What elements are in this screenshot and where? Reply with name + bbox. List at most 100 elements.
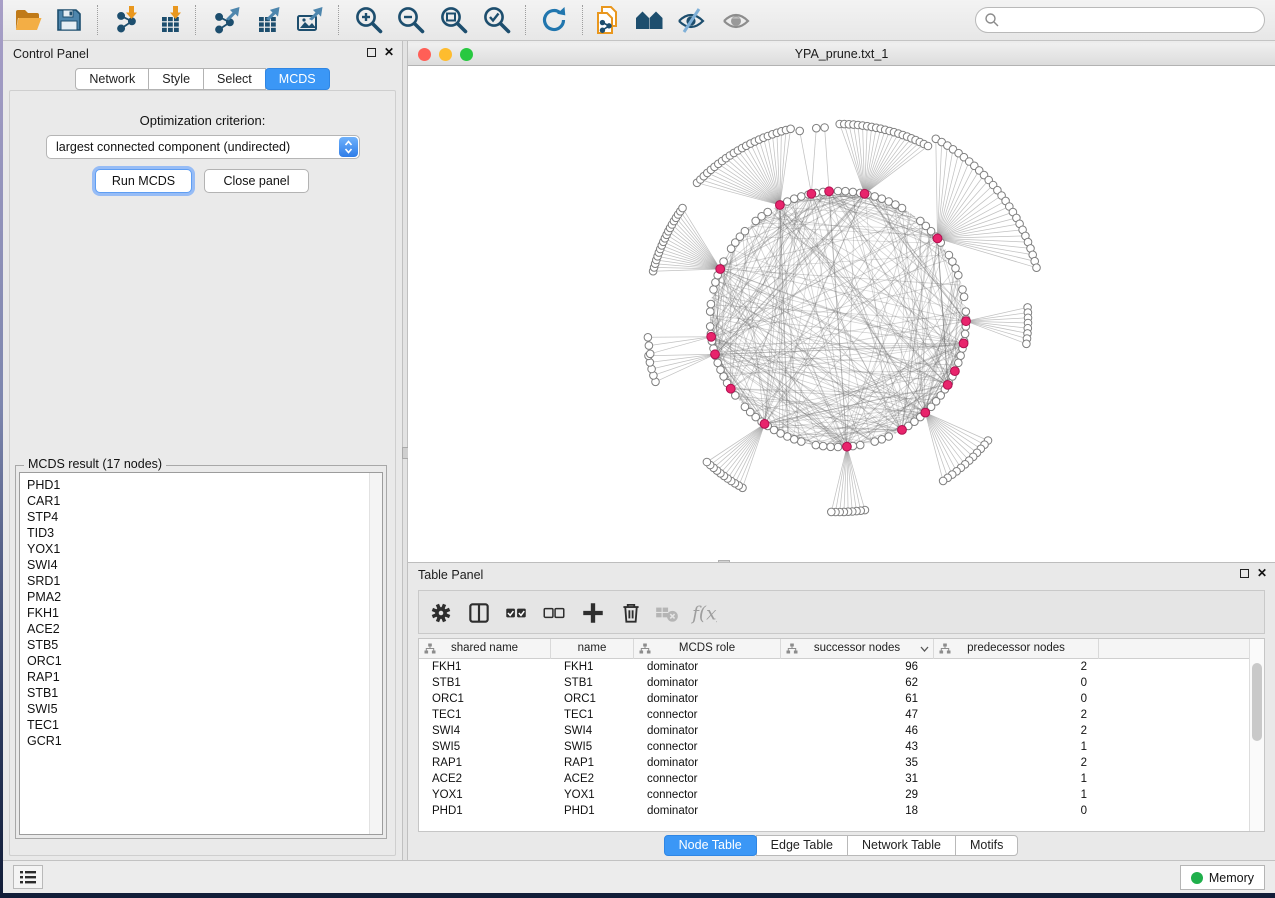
hide-selected-icon[interactable] <box>675 4 707 36</box>
export-table-icon[interactable] <box>250 4 282 36</box>
mcds-result-item[interactable]: STB5 <box>27 637 382 653</box>
table-cell[interactable]: 1 <box>934 787 1099 803</box>
tab-network[interactable]: Network <box>75 68 149 90</box>
open-session-icon[interactable] <box>12 4 44 36</box>
table-cell[interactable]: 2 <box>934 723 1099 739</box>
table-cell[interactable]: 43 <box>781 739 934 755</box>
float-window-icon[interactable] <box>367 48 376 57</box>
optimization-dropdown[interactable]: largest connected component (undirected) <box>46 135 360 159</box>
table-cell[interactable]: ORC1 <box>419 691 551 707</box>
tab-select[interactable]: Select <box>203 68 266 90</box>
table-row[interactable]: YOX1YOX1connector291 <box>419 787 1249 803</box>
table-cell[interactable]: connector <box>634 739 781 755</box>
tab-style[interactable]: Style <box>148 68 204 90</box>
tab-mcds[interactable]: MCDS <box>265 68 330 90</box>
table-cell[interactable]: 0 <box>934 803 1099 819</box>
table-cell[interactable]: 31 <box>781 771 934 787</box>
table-cell[interactable]: SWI5 <box>419 739 551 755</box>
mcds-result-item[interactable]: CAR1 <box>27 493 382 509</box>
table-row[interactable]: FKH1FKH1dominator962 <box>419 659 1249 675</box>
mcds-result-item[interactable]: STP4 <box>27 509 382 525</box>
export-network-icon[interactable] <box>210 4 242 36</box>
table-cell[interactable]: dominator <box>634 675 781 691</box>
table-cell[interactable]: TEC1 <box>551 707 634 723</box>
tab-motifs[interactable]: Motifs <box>955 835 1018 856</box>
mcds-result-item[interactable]: PMA2 <box>27 589 382 605</box>
table-cell[interactable]: dominator <box>634 803 781 819</box>
table-row[interactable]: TEC1TEC1connector472 <box>419 707 1249 723</box>
table-scrollbar-thumb[interactable] <box>1252 663 1262 741</box>
table-cell[interactable]: 2 <box>934 755 1099 771</box>
table-cell[interactable]: ACE2 <box>551 771 634 787</box>
table-cell[interactable]: 2 <box>934 707 1099 723</box>
table-cell[interactable]: SWI4 <box>419 723 551 739</box>
tab-network-table[interactable]: Network Table <box>847 835 956 856</box>
save-session-icon[interactable] <box>53 4 85 36</box>
mcds-result-item[interactable]: RAP1 <box>27 669 382 685</box>
table-cell[interactable]: connector <box>634 771 781 787</box>
clone-network-icon[interactable] <box>591 4 623 36</box>
table-cell[interactable]: ORC1 <box>551 691 634 707</box>
mcds-result-item[interactable]: GCR1 <box>27 733 382 749</box>
table-scrollbar[interactable] <box>1249 639 1264 831</box>
table-cell[interactable]: 96 <box>781 659 934 675</box>
show-columns-icon[interactable] <box>466 600 492 626</box>
table-cell[interactable]: 0 <box>934 691 1099 707</box>
tab-edge-table[interactable]: Edge Table <box>756 835 848 856</box>
mcds-result-item[interactable]: PHD1 <box>27 477 382 493</box>
search-field[interactable] <box>1000 13 1264 27</box>
memory-button[interactable]: Memory <box>1180 865 1265 890</box>
mcds-list-scrollbar[interactable] <box>369 473 382 834</box>
import-table-icon[interactable] <box>153 4 185 36</box>
table-row[interactable]: PHD1PHD1dominator180 <box>419 803 1249 819</box>
table-row[interactable]: STB1STB1dominator620 <box>419 675 1249 691</box>
table-cell[interactable]: PHD1 <box>419 803 551 819</box>
mcds-result-item[interactable]: ORC1 <box>27 653 382 669</box>
show-hidden-icon[interactable] <box>720 4 752 36</box>
table-cell[interactable]: dominator <box>634 755 781 771</box>
zoom-selected-icon[interactable] <box>481 4 513 36</box>
table-row[interactable]: ORC1ORC1dominator610 <box>419 691 1249 707</box>
table-cell[interactable]: 35 <box>781 755 934 771</box>
zoom-fit-icon[interactable] <box>438 4 470 36</box>
import-network-icon[interactable] <box>109 4 141 36</box>
close-table-panel-icon[interactable]: ✕ <box>1257 568 1267 578</box>
column-header-successor-nodes[interactable]: successor nodes <box>781 639 934 659</box>
network-view[interactable] <box>408 66 1275 562</box>
add-column-icon[interactable] <box>580 600 606 626</box>
table-cell[interactable]: dominator <box>634 659 781 675</box>
table-cell[interactable]: YOX1 <box>419 787 551 803</box>
deselect-all-icon[interactable] <box>541 600 567 626</box>
table-cell[interactable]: FKH1 <box>551 659 634 675</box>
export-image-icon[interactable] <box>293 4 325 36</box>
close-panel-button[interactable]: Close panel <box>204 169 309 193</box>
column-header-shared-name[interactable]: shared name <box>419 639 551 659</box>
table-row[interactable]: ACE2ACE2connector311 <box>419 771 1249 787</box>
table-cell[interactable]: connector <box>634 787 781 803</box>
run-mcds-button[interactable]: Run MCDS <box>95 169 192 193</box>
table-cell[interactable]: ACE2 <box>419 771 551 787</box>
column-header-MCDS-role[interactable]: MCDS role <box>634 639 781 659</box>
table-cell[interactable]: dominator <box>634 723 781 739</box>
table-cell[interactable]: dominator <box>634 691 781 707</box>
table-cell[interactable]: SWI4 <box>551 723 634 739</box>
network-graph[interactable] <box>408 66 1275 562</box>
table-cell[interactable]: RAP1 <box>419 755 551 771</box>
delete-columns-icon[interactable] <box>618 600 644 626</box>
table-cell[interactable]: SWI5 <box>551 739 634 755</box>
mcds-result-item[interactable]: STB1 <box>27 685 382 701</box>
select-all-icon[interactable] <box>503 600 529 626</box>
table-cell[interactable]: 1 <box>934 739 1099 755</box>
close-panel-icon[interactable]: ✕ <box>384 47 394 57</box>
table-cell[interactable]: 62 <box>781 675 934 691</box>
mcds-result-item[interactable]: ACE2 <box>27 621 382 637</box>
table-cell[interactable]: STB1 <box>419 675 551 691</box>
zoom-out-icon[interactable] <box>395 4 427 36</box>
mcds-result-item[interactable]: SWI5 <box>27 701 382 717</box>
table-cell[interactable]: 0 <box>934 675 1099 691</box>
mcds-result-item[interactable]: SWI4 <box>27 557 382 573</box>
task-history-button[interactable] <box>13 865 43 889</box>
search-input[interactable] <box>975 7 1265 33</box>
table-cell[interactable]: FKH1 <box>419 659 551 675</box>
table-cell[interactable]: PHD1 <box>551 803 634 819</box>
